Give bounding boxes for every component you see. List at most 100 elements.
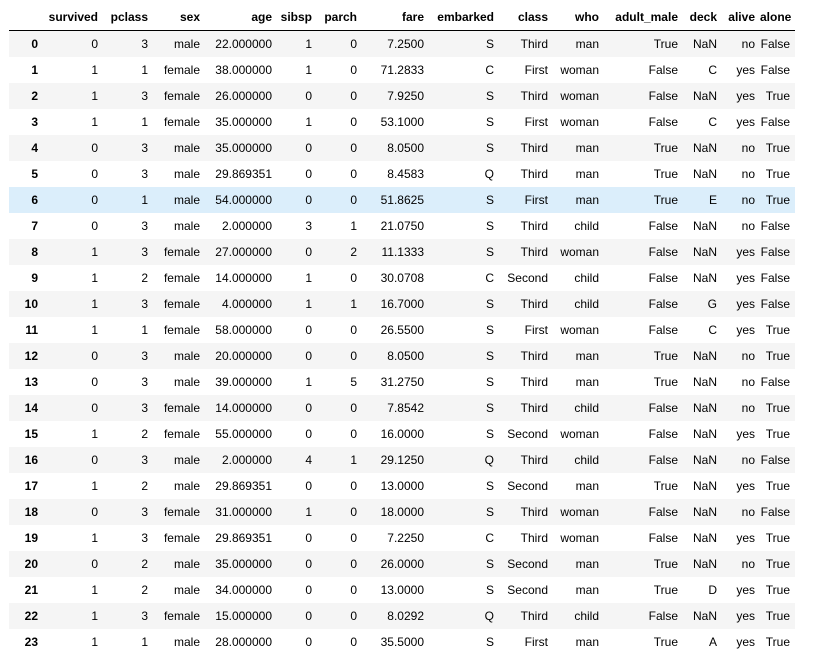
cell-sibsp: 0 <box>305 323 312 337</box>
cell-survived: 1 <box>91 271 98 285</box>
cell-alone: True <box>765 323 790 337</box>
row-index: 13 <box>24 375 38 389</box>
cell-alone: True <box>765 557 790 571</box>
table-row: 3 1 1 female 35.000000 1 0 53.1000 S First woman Fa… <box>9 109 795 135</box>
cell-age: 31.000000 <box>215 505 272 519</box>
cell-alive: no <box>741 557 755 571</box>
cell-sex: male <box>173 453 200 467</box>
table-row: 6 0 1 male 54.000000 0 0 51.8625 S First man True En… <box>9 187 795 213</box>
row-index: 10 <box>24 297 38 311</box>
row-index: 4 <box>31 141 38 155</box>
cell-embarked: S <box>485 37 494 51</box>
cell-age: 39.000000 <box>215 375 272 389</box>
cell-fare: 51.8625 <box>380 193 424 207</box>
table-row: 15 1 2 female 55.000000 0 0 16.0000 S Second woman… <box>9 421 795 447</box>
cell-age: 35.000000 <box>215 141 272 155</box>
cell-survived: 1 <box>91 63 98 77</box>
column-header-deck: deck <box>683 5 722 31</box>
cell-age: 4.000000 <box>221 297 272 311</box>
cell-alone: False <box>760 453 790 467</box>
cell-deck: NaN <box>692 167 717 181</box>
cell-alone: False <box>760 115 790 129</box>
cell-deck: NaN <box>692 219 717 233</box>
cell-sex: female <box>163 271 200 285</box>
column-header-class: class <box>499 5 553 31</box>
cell-fare: 53.1000 <box>380 115 424 129</box>
cell-deck: C <box>708 115 717 129</box>
cell-class: First <box>524 63 548 77</box>
cell-pclass: 3 <box>141 37 148 51</box>
cell-deck: NaN <box>692 609 717 623</box>
cell-embarked: C <box>485 271 494 285</box>
cell-class: Third <box>520 245 548 259</box>
cell-embarked: S <box>485 479 494 493</box>
cell-embarked: C <box>485 531 494 545</box>
table-row: 10 1 3 female 4.000000 1 1 16.7000 S Third child Fa… <box>9 291 795 317</box>
cell-pclass: 3 <box>141 349 148 363</box>
table-row: 7 0 3 male 2.000000 3 1 21.0750 S Third child False… <box>9 213 795 239</box>
cell-parch: 1 <box>350 219 357 233</box>
table-row: 20 0 2 male 35.000000 0 0 26.0000 S Second man True… <box>9 551 795 577</box>
cell-age: 27.000000 <box>215 245 272 259</box>
column-header-age: age <box>205 5 277 31</box>
table-row: 21 1 2 male 34.000000 0 0 13.0000 S Second man True… <box>9 577 795 603</box>
cell-deck: NaN <box>692 557 717 571</box>
cell-age: 2.000000 <box>221 219 272 233</box>
cell-adult-male: True <box>653 479 678 493</box>
cell-alive: yes <box>736 245 755 259</box>
cell-sibsp: 1 <box>305 505 312 519</box>
cell-pclass: 3 <box>141 375 148 389</box>
cell-pclass: 3 <box>141 531 148 545</box>
row-index: 16 <box>24 453 38 467</box>
column-header-pclass: pclass <box>103 5 153 31</box>
cell-deck: C <box>708 323 717 337</box>
cell-adult-male: True <box>653 141 678 155</box>
cell-age: 28.000000 <box>215 635 272 649</box>
cell-deck: NaN <box>692 531 717 545</box>
cell-survived: 0 <box>91 193 98 207</box>
cell-sex: male <box>173 219 200 233</box>
cell-fare: 18.0000 <box>380 505 424 519</box>
cell-fare: 30.0708 <box>380 271 424 285</box>
cell-sibsp: 0 <box>305 635 312 649</box>
cell-who: woman <box>560 63 599 77</box>
cell-survived: 1 <box>91 323 98 337</box>
cell-adult-male: False <box>648 609 678 623</box>
cell-sex: female <box>163 63 200 77</box>
cell-pclass: 3 <box>141 297 148 311</box>
cell-deck: NaN <box>692 271 717 285</box>
cell-deck: NaN <box>692 375 717 389</box>
cell-survived: 0 <box>91 219 98 233</box>
cell-class: Second <box>507 583 548 597</box>
cell-alone: True <box>765 141 790 155</box>
cell-alive: yes <box>736 297 755 311</box>
table-row: 12 0 3 male 20.000000 0 0 8.0500 S Third man True Na… <box>9 343 795 369</box>
cell-sex: male <box>173 479 200 493</box>
cell-alive: no <box>741 193 755 207</box>
cell-class: Third <box>520 297 548 311</box>
cell-class: Third <box>520 505 548 519</box>
cell-alive: no <box>741 375 755 389</box>
cell-adult-male: True <box>653 557 678 571</box>
row-index: 20 <box>24 557 38 571</box>
table-row: 14 0 3 female 14.000000 0 0 7.8542 S Third child Fa… <box>9 395 795 421</box>
cell-pclass: 3 <box>141 141 148 155</box>
cell-parch: 0 <box>350 89 357 103</box>
header-row: survived pclass sex age sibsp parch fare embark… <box>9 5 795 31</box>
column-header-sibsp: sibsp <box>277 5 317 31</box>
cell-parch: 0 <box>350 167 357 181</box>
cell-sibsp: 0 <box>305 479 312 493</box>
column-header-alone: alone <box>760 5 795 31</box>
cell-sex: male <box>173 193 200 207</box>
cell-adult-male: False <box>648 63 678 77</box>
cell-alive: yes <box>736 323 755 337</box>
cell-class: First <box>524 193 548 207</box>
cell-deck: G <box>707 297 717 311</box>
cell-parch: 0 <box>350 323 357 337</box>
cell-sex: female <box>163 505 200 519</box>
cell-deck: NaN <box>692 401 717 415</box>
cell-parch: 2 <box>350 245 357 259</box>
cell-who: man <box>575 635 599 649</box>
cell-who: man <box>575 479 599 493</box>
cell-sex: female <box>163 401 200 415</box>
